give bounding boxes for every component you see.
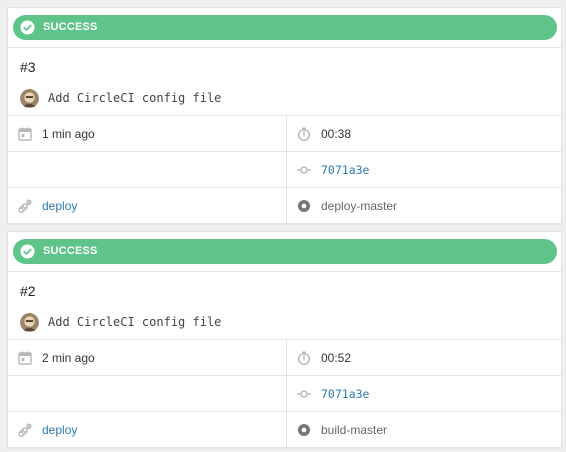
- workflow-icon: [18, 199, 32, 213]
- commit-message: Add CircleCI config file: [48, 91, 222, 105]
- build-workflow-row: deploy build-master: [8, 411, 561, 448]
- stopwatch-icon: [298, 127, 310, 141]
- commit-icon: [297, 165, 311, 174]
- stopwatch-icon: [298, 351, 310, 365]
- build-commit-row: 7071a3e: [8, 375, 561, 411]
- commit-hash-link[interactable]: 7071a3e: [321, 387, 369, 401]
- status-badge[interactable]: SUCCESS: [13, 239, 557, 264]
- check-circle-icon: [20, 20, 35, 35]
- workflow-link[interactable]: deploy: [42, 423, 77, 437]
- build-time-ago: 1 min ago: [42, 126, 95, 141]
- build-time-ago: 2 min ago: [42, 350, 95, 365]
- build-meta-row: 1 min ago 00:38: [8, 115, 561, 151]
- avatar: [20, 313, 39, 332]
- build-workflow-row: deploy deploy-master: [8, 187, 561, 224]
- job-icon: [298, 424, 310, 436]
- commit-icon: [297, 389, 311, 398]
- calendar-icon: [18, 127, 32, 141]
- status-label: SUCCESS: [43, 21, 98, 33]
- status-label: SUCCESS: [43, 245, 98, 257]
- build-commit-row: 7071a3e: [8, 151, 561, 187]
- calendar-icon: [18, 351, 32, 365]
- avatar: [20, 89, 39, 108]
- check-circle-icon: [20, 244, 35, 259]
- workflow-link[interactable]: deploy: [42, 199, 77, 213]
- build-header: #3 Add CircleCI config file: [8, 47, 561, 115]
- job-icon: [298, 200, 310, 212]
- build-header: #2 Add CircleCI config file: [8, 271, 561, 339]
- build-number[interactable]: #2: [20, 283, 36, 299]
- build-number[interactable]: #3: [20, 59, 36, 75]
- build-meta-row: 2 min ago 00:52: [8, 339, 561, 375]
- job-name: build-master: [321, 423, 388, 437]
- build-duration: 00:38: [321, 126, 352, 141]
- workflow-icon: [18, 423, 32, 437]
- commit-message: Add CircleCI config file: [48, 315, 222, 329]
- build-card[interactable]: SUCCESS #3 Add CircleCI config file 1 mi…: [7, 7, 562, 224]
- status-badge[interactable]: SUCCESS: [13, 15, 557, 40]
- build-card[interactable]: SUCCESS #2 Add CircleCI config file 2 mi…: [7, 231, 562, 448]
- build-duration: 00:52: [321, 350, 352, 365]
- job-name: deploy-master: [321, 199, 398, 213]
- commit-hash-link[interactable]: 7071a3e: [321, 163, 369, 177]
